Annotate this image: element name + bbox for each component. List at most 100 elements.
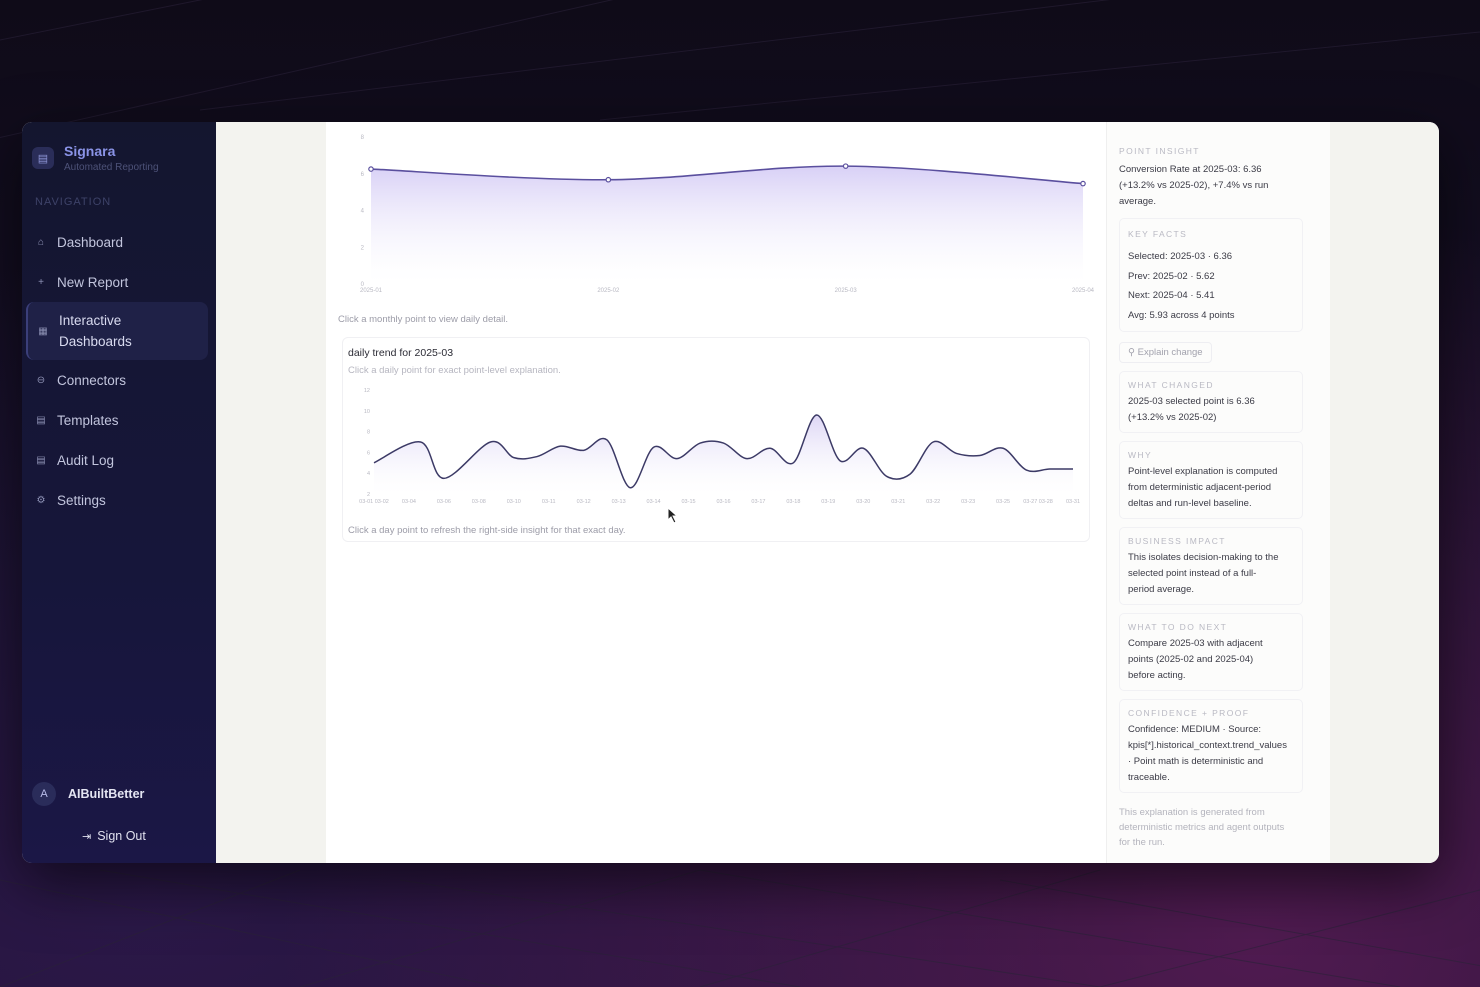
user-profile[interactable]: A AIBuiltBetter [32,782,144,806]
x-tick-label: 03-04 [402,499,416,505]
why-box: WHY Point-level explanation is computed … [1119,441,1303,519]
section-line: · Point math is deterministic and [1128,756,1264,767]
section-heading: BUSINESS IMPACT [1128,536,1226,546]
connector-icon: ⊖ [36,374,46,386]
section-body: 2025-03 selected point is 6.36 (+13.2% v… [1128,394,1294,426]
explain-change-button[interactable]: ⚲ Explain change [1119,342,1212,363]
sign-out-icon: ⇥ [82,830,92,843]
avatar: A [32,782,56,806]
brand[interactable]: ▤ Signara Automated Reporting [22,122,216,178]
footer-line: This explanation is generated from [1119,807,1265,818]
insight-footer: This explanation is generated from deter… [1119,805,1309,850]
y-tick-label: 8 [367,430,370,436]
x-tick-label: 03-15 [682,499,696,505]
business-impact-box: BUSINESS IMPACT This isolates decision-m… [1119,527,1303,605]
document-icon: ▤ [32,147,54,169]
daily-chart-caption: Click a day point to refresh the right-s… [348,525,626,536]
x-tick-label: 03-23 [961,499,975,505]
y-tick-label: 6 [367,450,370,456]
key-fact: Next: 2025-04 · 5.41 [1128,290,1215,301]
section-line: before acting. [1128,670,1186,681]
footer-line: for the run. [1119,837,1165,848]
daily-chart-title: daily trend for 2025-03 [348,347,454,359]
section-heading: WHAT TO DO NEXT [1128,622,1228,632]
brand-name: Signara [64,143,116,159]
y-tick-label: 6 [361,172,365,178]
x-tick-label: 03-13 [612,499,626,505]
window-margin [1330,122,1439,863]
content-gutter [216,122,326,863]
what-to-do-next-box: WHAT TO DO NEXT Compare 2025-03 with adj… [1119,613,1303,691]
section-line: Compare 2025-03 with adjacent [1128,638,1263,649]
section-line: period average. [1128,584,1195,595]
section-line: traceable. [1128,772,1170,783]
y-tick-label: 2 [367,492,370,498]
x-tick-label: 2025-01 [360,288,383,294]
x-tick-label: 03-17 [751,499,765,505]
y-tick-label: 4 [367,471,370,477]
daily-chart-subtitle: Click a daily point for exact point-leve… [348,365,561,376]
section-line: 2025-03 selected point is 6.36 [1128,396,1255,407]
x-tick-label: 03-12 [577,499,591,505]
x-tick-label: 03-06 [437,499,451,505]
user-name: AIBuiltBetter [68,787,145,801]
monthly-chart[interactable]: 024682025-01 2025-02 2025-03 2025-04 [326,122,1106,297]
summary-line: average. [1119,196,1156,207]
daily-chart[interactable]: 2 4 6 8 10 12 03-01 03-02 03-04 03-06 03-08 03-10 0… [326,380,1106,510]
sidebar-item-label: Audit Log [57,452,115,468]
summary-line: (+13.2% vs 2025-02), +7.4% vs run [1119,180,1269,191]
x-tick-label: 03-20 [856,499,870,505]
key-fact: Selected: 2025-03 · 6.36 [1128,251,1233,262]
section-line: from deterministic adjacent-period [1128,482,1272,493]
section-line: points (2025-02 and 2025-04) [1128,654,1254,665]
label-line: Dashboards [59,334,132,349]
grid-icon: ▦ [38,325,48,337]
x-tick-label: 03-31 [1066,499,1080,505]
x-tick-label: 03-25 [996,499,1010,505]
section-line: This isolates decision-making to the [1128,552,1279,563]
sidebar-item-interactive-dashboards[interactable]: ▦ Interactive Dashboards [26,302,208,360]
key-facts-heading: KEY FACTS [1128,229,1188,239]
insight-panel: POINT INSIGHT Conversion Rate at 2025-03… [1106,122,1330,863]
home-icon: ⌂ [37,236,45,248]
x-tick-label: 03-08 [472,499,486,505]
sidebar-item-connectors[interactable]: ⊖ Connectors [22,360,216,400]
x-tick-label: 03-19 [821,499,835,505]
sidebar-item-new-report[interactable]: + New Report [22,262,216,302]
sidebar-item-dashboard[interactable]: ⌂ Dashboard [22,222,216,262]
x-tick-label: 03-27 03-28 [1023,499,1053,505]
search-icon: ⚲ [1128,347,1138,358]
plus-icon: + [38,276,44,288]
section-heading: WHY [1128,450,1153,460]
section-body: Point-level explanation is computed from… [1128,464,1294,512]
nav-heading: NAVIGATION [35,196,112,208]
data-point [842,163,849,169]
y-tick-label: 12 [364,388,370,394]
area-fill [374,414,1073,494]
section-line: kpis[*].historical_context.trend_values [1128,740,1287,751]
sidebar-item-label: Interactive Dashboards [59,310,132,352]
x-tick-label: 03-21 [891,499,905,505]
document-icon: ▤ [36,454,46,466]
sign-out-label: Sign Out [97,829,146,843]
key-fact: Avg: 5.93 across 4 points [1128,309,1235,321]
sign-out-button[interactable]: ⇥ Sign Out [82,829,146,843]
sidebar: ▤ Signara Automated Reporting NAVIGATION… [22,122,216,863]
mouse-cursor [667,507,679,524]
y-tick-label: 10 [364,409,370,415]
x-tick-label: 2025-03 [835,288,858,294]
sidebar-item-label: New Report [57,274,129,290]
footer-line: deterministic metrics and agent outputs [1119,822,1285,833]
x-tick-label: 03-14 [647,499,661,505]
label-line: Interactive [59,313,122,328]
x-tick-label: 03-01 03-02 [359,499,389,505]
section-line: Point-level explanation is computed [1128,466,1278,477]
x-tick-label: 2025-04 [1072,288,1095,294]
section-body: This isolates decision-making to the sel… [1128,550,1294,598]
sidebar-item-audit-log[interactable]: ▤ Audit Log [22,440,216,480]
section-line: Confidence: MEDIUM · Source: [1128,724,1262,735]
sidebar-item-templates[interactable]: ▤ Templates [22,400,216,440]
section-line: deltas and run-level baseline. [1128,498,1252,509]
main-panel: 0 2 4 6 8 2025-01 2025-02 2025-03 2025-04 Click … [326,122,1106,863]
sidebar-item-settings[interactable]: ⚙ Settings [22,480,216,520]
